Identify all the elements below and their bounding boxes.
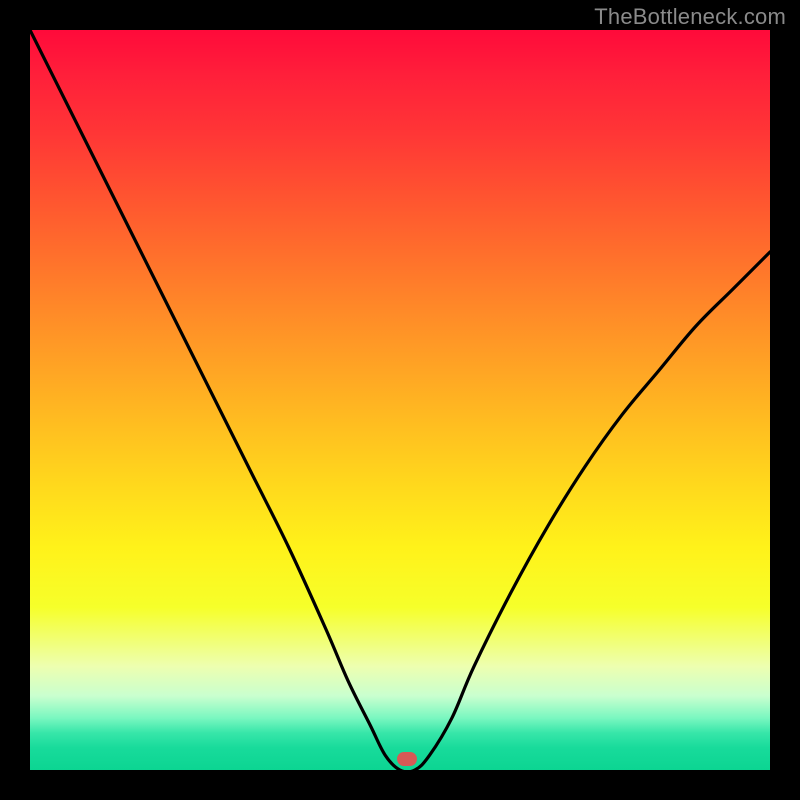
watermark-text: TheBottleneck.com bbox=[594, 4, 786, 30]
optimum-marker bbox=[397, 752, 417, 766]
bottleneck-curve bbox=[30, 30, 770, 770]
plot-area bbox=[30, 30, 770, 770]
chart-frame: TheBottleneck.com bbox=[0, 0, 800, 800]
